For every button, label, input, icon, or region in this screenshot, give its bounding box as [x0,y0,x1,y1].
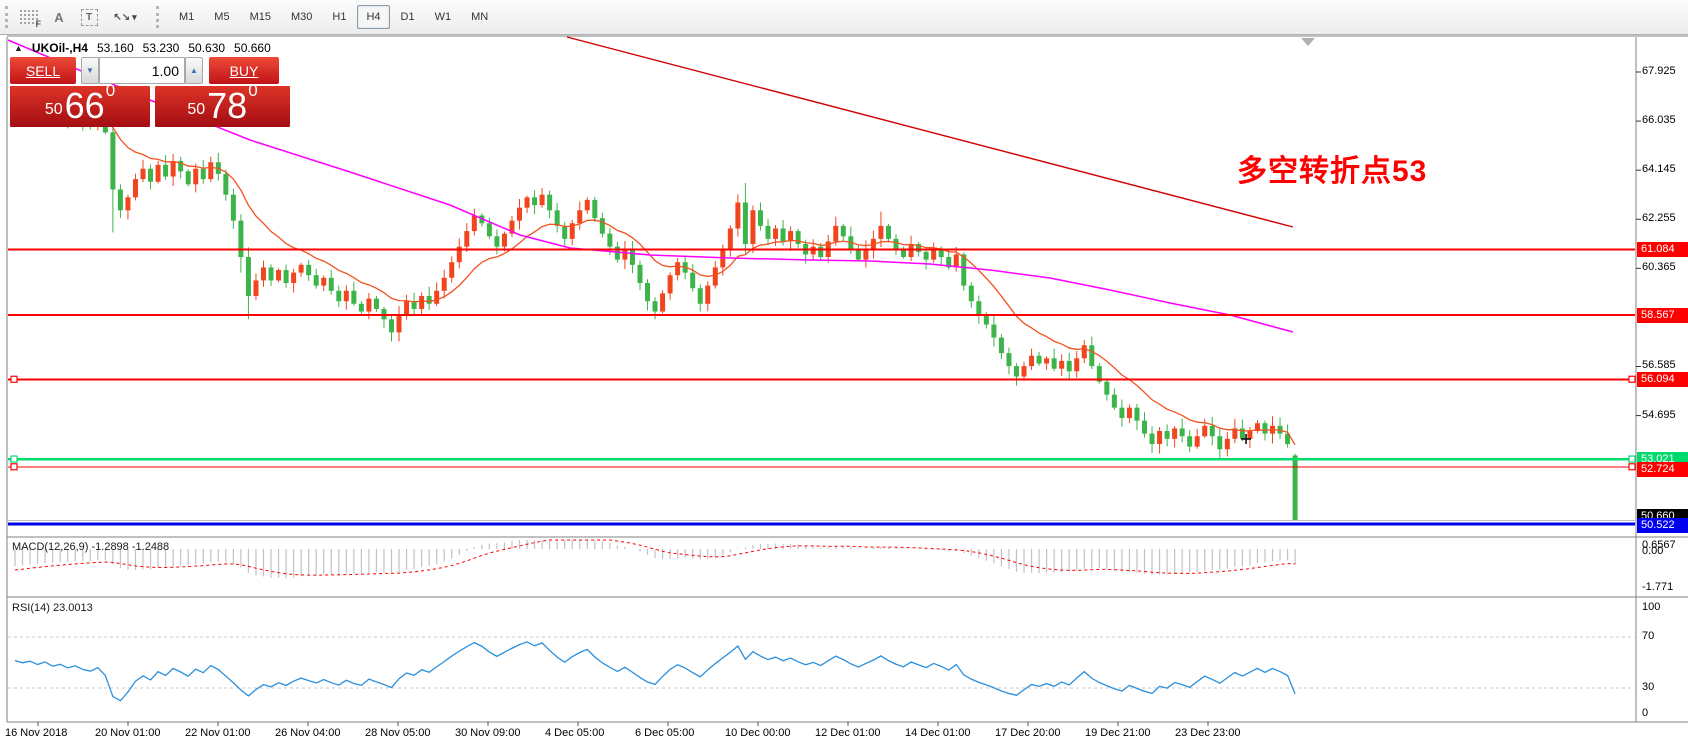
sell-price-point: 0 [106,69,115,113]
buy-price-pips: 78 [207,87,247,125]
sell-button[interactable]: SELL [10,57,76,84]
buy-price-point: 0 [248,69,257,113]
time-tick-label: 10 Dec 00:00 [725,727,790,739]
one-click-trading-panel: SELL ▼ ▲ BUY 50 66 0 50 78 0 [10,57,290,127]
rsi-scale-label: 30 [1642,681,1654,693]
price-tick-label: 64.145 [1642,163,1676,175]
price-tick-label: 54.695 [1642,409,1676,421]
quote-close: 50.660 [234,41,271,55]
rsi-scale-label: 0 [1642,707,1648,719]
hline-price-badge: 56.094 [1637,372,1688,387]
time-tick-label: 6 Dec 05:00 [635,727,694,739]
price-tick-label: 60.365 [1642,261,1676,273]
time-tick-label: 28 Nov 05:00 [365,727,430,739]
rsi-scale-label: 70 [1642,630,1654,642]
mt4-window: F A T ↖↘ ▾ M1M5M15M30H1H4D1W1MN ▲ UKOil-… [0,0,1688,751]
price-tick-label: 66.035 [1642,114,1676,126]
buy-button[interactable]: BUY [209,57,279,84]
time-tick-label: 14 Dec 01:00 [905,727,970,739]
buy-price-panel[interactable]: 50 78 0 [155,86,290,127]
hline-price-badge: 50.522 [1637,518,1688,533]
price-tick-label: 56.585 [1642,359,1676,371]
sell-price-bigfigure: 50 [45,95,63,125]
buy-price-bigfigure: 50 [187,95,205,125]
hline-price-badge: 61.084 [1637,242,1688,257]
time-tick-label: 17 Dec 20:00 [995,727,1060,739]
macd-scale-label: 0.00 [1642,545,1663,557]
time-tick-label: 20 Nov 01:00 [95,727,160,739]
volume-decrease-button[interactable]: ▼ [81,57,99,84]
macd-indicator-label: MACD(12,26,9) -1.2898 -1.2488 [12,541,169,553]
quote-open: 53.160 [97,41,134,55]
quote-header: ▲ UKOil-,H4 53.160 53.230 50.630 50.660 [14,41,271,55]
quote-low: 50.630 [188,41,225,55]
rsi-scale-label: 100 [1642,601,1660,613]
time-tick-label: 12 Dec 01:00 [815,727,880,739]
hline-price-badge: 52.724 [1637,462,1688,477]
rsi-indicator-label: RSI(14) 23.0013 [12,602,93,614]
symbol-title: UKOil-,H4 [32,41,88,55]
time-tick-label: 22 Nov 01:00 [185,727,250,739]
sell-price-panel[interactable]: 50 66 0 [10,86,150,127]
hline-price-badge: 58.567 [1637,308,1688,323]
chart-text-annotation: 多空转折点53 [1237,146,1427,190]
volume-increase-button[interactable]: ▲ [185,57,203,84]
time-tick-label: 4 Dec 05:00 [545,727,604,739]
macd-scale-label: -1.771 [1642,581,1673,593]
time-tick-label: 16 Nov 2018 [5,727,67,739]
time-tick-label: 19 Dec 21:00 [1085,727,1150,739]
sell-price-pips: 66 [65,87,105,125]
time-tick-label: 30 Nov 09:00 [455,727,520,739]
time-tick-label: 26 Nov 04:00 [275,727,340,739]
time-tick-label: 23 Dec 23:00 [1175,727,1240,739]
price-tick-label: 67.925 [1642,65,1676,77]
collapse-trade-panel-icon[interactable]: ▲ [14,43,23,53]
quote-high: 53.230 [143,41,180,55]
price-tick-label: 62.255 [1642,212,1676,224]
